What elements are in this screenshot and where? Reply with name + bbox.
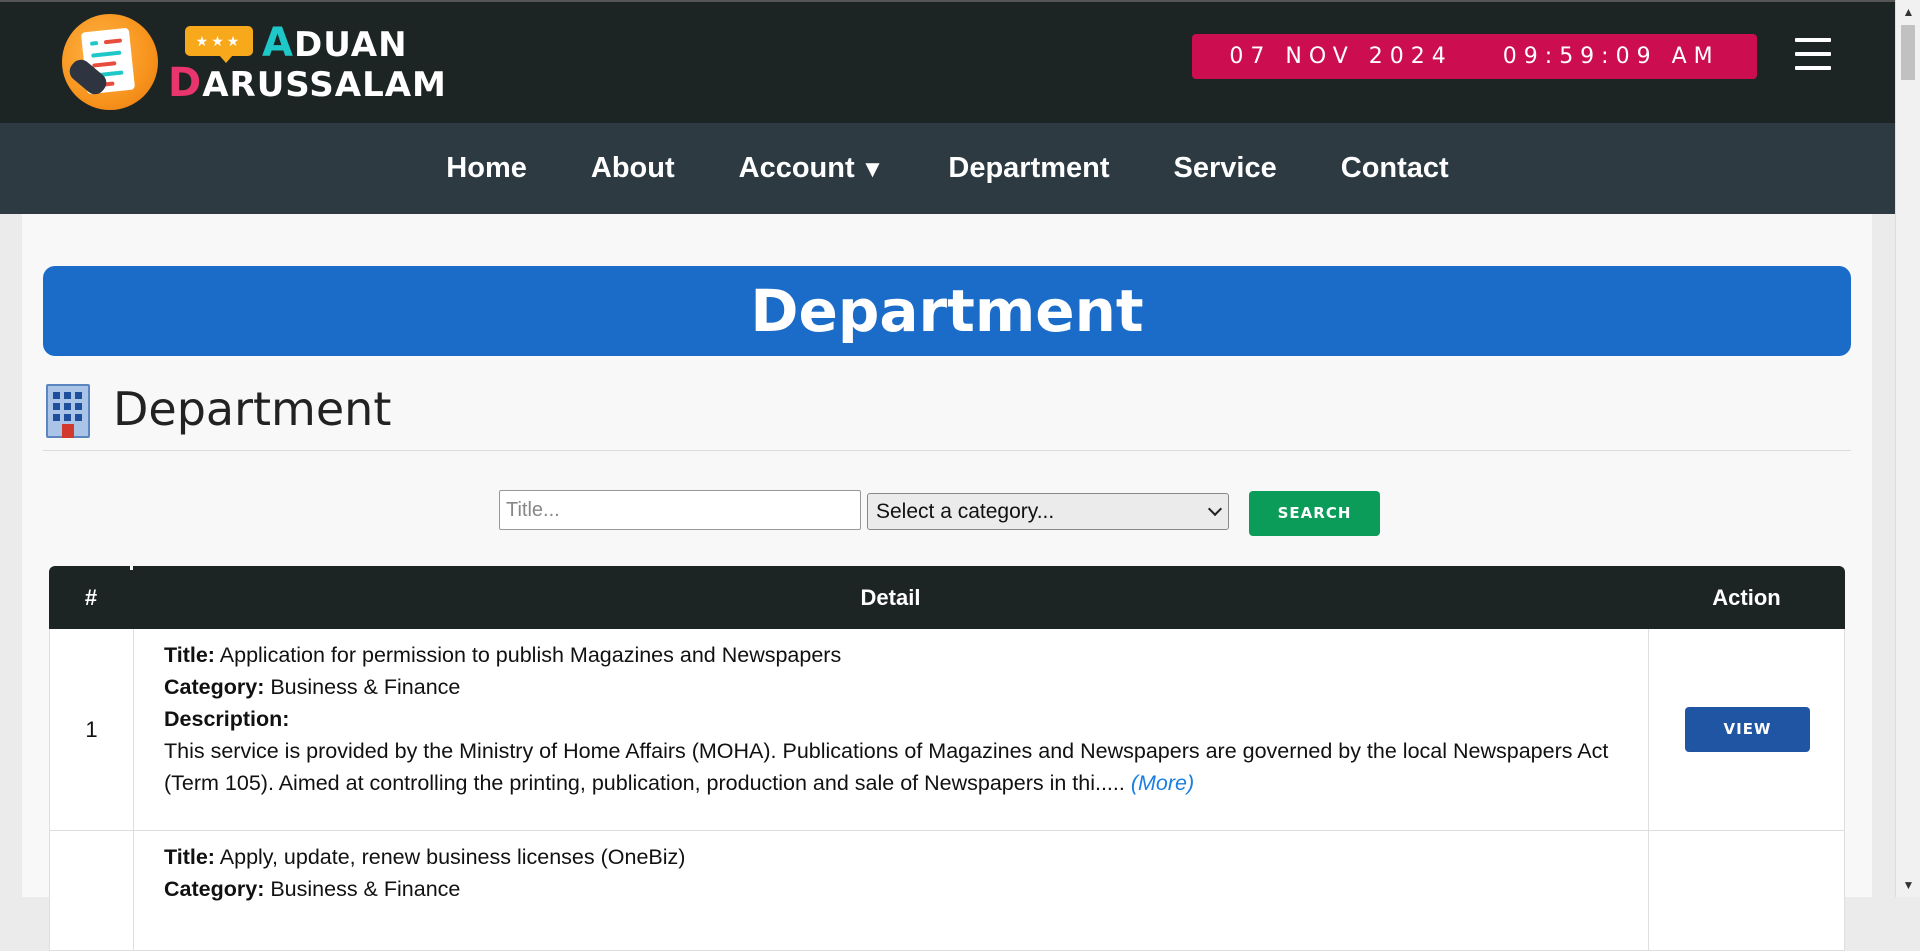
title-label: Title: — [164, 643, 215, 667]
title-label: Title: — [164, 845, 215, 869]
page-banner: Department — [43, 266, 1851, 356]
nav-about[interactable]: About — [591, 152, 675, 185]
section-title: Department — [113, 382, 392, 436]
chevron-down-icon — [1207, 501, 1223, 516]
main-content: Department Department Select a category.… — [22, 214, 1872, 951]
nav-about-label: About — [590, 152, 675, 184]
row-action — [1649, 831, 1846, 950]
brand-name-line2: DARUSSALAM — [168, 60, 447, 106]
description-label: Description: — [164, 707, 290, 731]
brand-rest-1: DUAN — [293, 25, 408, 65]
category-label: Category: — [164, 675, 265, 699]
building-icon — [43, 380, 93, 438]
current-date: 07 NOV 2024 — [1229, 44, 1453, 69]
hamburger-icon[interactable] — [1795, 38, 1831, 74]
row-action: VIEW — [1649, 629, 1846, 830]
col-header-action: Action — [1712, 585, 1781, 610]
title-search-input[interactable] — [499, 490, 861, 530]
row-category: Business & Finance — [270, 877, 461, 901]
page-scrollbar[interactable]: ▲ ▼ — [1895, 0, 1920, 897]
department-table: # Detail Action 1 Title: Application for… — [49, 566, 1845, 951]
brand-initial-d: D — [168, 60, 203, 106]
row-title: Apply, update, renew business licenses (… — [219, 845, 686, 869]
row-detail: Title: Apply, update, renew business lic… — [134, 831, 1649, 950]
caret-down-icon: ▼ — [860, 156, 885, 183]
col-header-num: # — [84, 585, 98, 610]
row-detail: Title: Application for permission to pub… — [134, 629, 1649, 830]
category-select[interactable]: Select a category... — [867, 493, 1229, 530]
current-time: 09:59:09 AM — [1502, 44, 1720, 69]
scroll-up-icon[interactable]: ▲ — [1896, 2, 1920, 22]
date-time-display: 07 NOV 2024 09:59:09 AM — [1192, 34, 1757, 79]
row-title: Application for permission to publish Ma… — [219, 643, 842, 667]
row-number — [50, 831, 134, 950]
top-header: ★★★ ADUAN DARUSSALAM 07 NOV 2024 09:59:0… — [0, 0, 1895, 123]
nav-service[interactable]: Service — [1174, 152, 1277, 185]
rating-bubble-icon: ★★★ — [185, 26, 253, 63]
nav-home[interactable]: Home — [446, 152, 527, 185]
section-heading: Department — [43, 374, 391, 444]
scroll-thumb[interactable] — [1901, 25, 1915, 80]
brand-rest-2: ARUSSALAM — [202, 65, 447, 105]
category-label: Category: — [164, 877, 265, 901]
main-nav: Home About Account ▼ Department Service C… — [0, 123, 1895, 214]
category-select-value: Select a category... — [876, 499, 1055, 523]
row-description: This service is provided by the Ministry… — [164, 739, 1609, 795]
nav-account-label: Account — [738, 152, 855, 184]
more-link[interactable]: (More) — [1131, 771, 1194, 795]
nav-service-label: Service — [1173, 152, 1277, 184]
divider — [43, 450, 1851, 451]
table-row: 1 Title: Application for permission to p… — [49, 629, 1845, 831]
view-button[interactable]: VIEW — [1685, 707, 1810, 752]
row-number: 1 — [50, 629, 134, 830]
nav-contact[interactable]: Contact — [1341, 152, 1449, 185]
nav-department[interactable]: Department — [948, 152, 1109, 185]
nav-account-dropdown[interactable]: Account ▼ — [739, 152, 885, 185]
row-category: Business & Finance — [270, 675, 461, 699]
table-header: # Detail Action — [49, 566, 1845, 629]
nav-home-label: Home — [446, 152, 527, 184]
nav-contact-label: Contact — [1340, 152, 1449, 184]
search-button[interactable]: SEARCH — [1249, 491, 1380, 536]
table-row: Title: Apply, update, renew business lic… — [49, 831, 1845, 951]
scroll-down-icon[interactable]: ▼ — [1896, 875, 1920, 895]
col-header-detail: Detail — [860, 585, 921, 610]
nav-department-label: Department — [948, 152, 1110, 184]
